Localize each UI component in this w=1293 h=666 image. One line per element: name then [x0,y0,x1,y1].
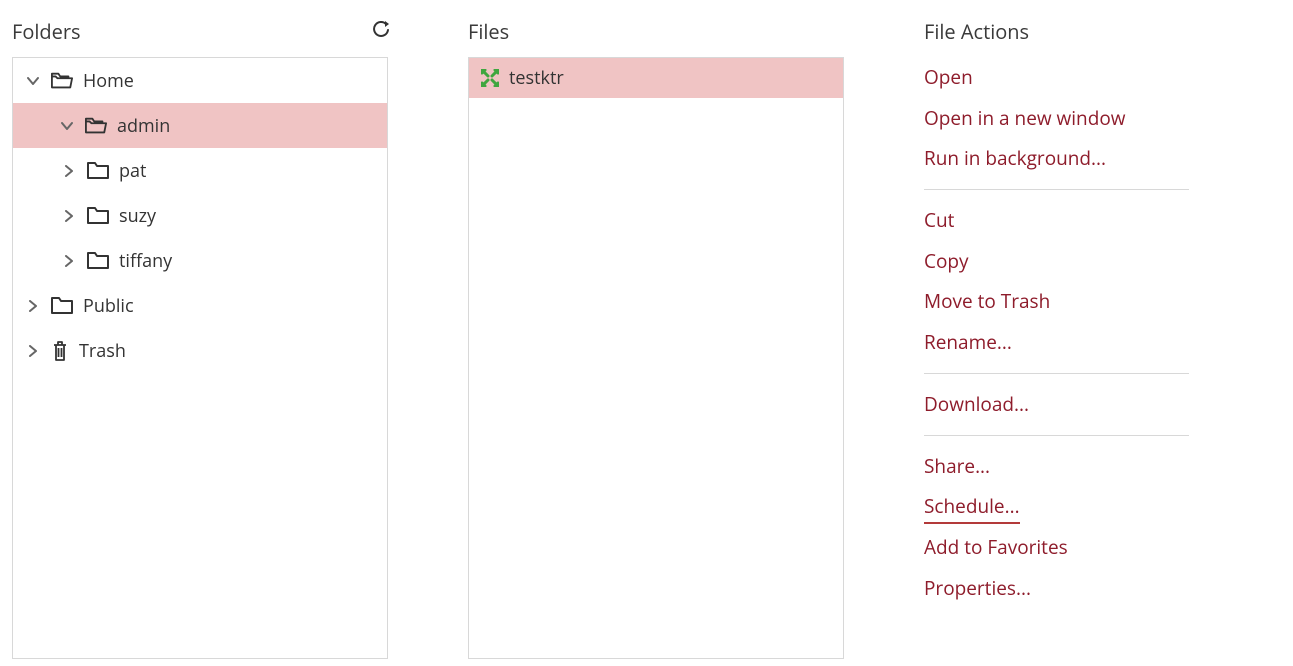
folder-icon [87,252,109,270]
tree-item-label: Public [83,294,134,318]
action-share[interactable]: Share... [924,446,990,487]
file-name: testktr [509,66,564,90]
chevron-down-icon[interactable] [59,120,75,132]
trash-icon [51,340,69,362]
tree-item-home[interactable]: Home [13,58,387,103]
action-movetotrash[interactable]: Move to Trash [924,281,1050,322]
files-title: Files [468,18,509,45]
action-runinbackground[interactable]: Run in background... [924,138,1106,179]
folder-open-icon [85,117,107,135]
action-copy[interactable]: Copy [924,241,969,282]
chevron-right-icon[interactable] [61,165,77,177]
action-openinanewwindow[interactable]: Open in a new window [924,98,1125,139]
tree-item-label: suzy [119,204,156,228]
tree-item-label: pat [119,159,146,183]
chevron-down-icon[interactable] [25,75,41,87]
action-properties[interactable]: Properties... [924,568,1031,609]
chevron-right-icon[interactable] [25,345,41,357]
tree-item-label: Trash [79,339,126,363]
files-list: testktr [468,57,844,659]
folders-column: Folders Home admin pat [12,18,390,659]
tree-item-label: tiffany [119,249,172,273]
file-actions-title: File Actions [924,18,1029,45]
chevron-right-icon[interactable] [61,255,77,267]
folders-title: Folders [12,18,81,45]
tree-item-label: Home [83,69,134,93]
tree-item-pat[interactable]: pat [13,148,387,193]
chevron-right-icon[interactable] [61,210,77,222]
action-divider [924,435,1189,436]
action-schedule[interactable]: Schedule... [924,486,1020,527]
ktr-icon [481,69,499,87]
action-cut[interactable]: Cut [924,200,954,241]
tree-item-label: admin [117,114,170,138]
action-rename[interactable]: Rename... [924,322,1012,363]
file-actions-list: OpenOpen in a new windowRun in backgroun… [924,57,1189,608]
files-column: Files testktr [468,18,846,659]
folder-icon [87,162,109,180]
tree-item-trash[interactable]: Trash [13,328,387,373]
tree-item-tiffany[interactable]: tiffany [13,238,387,283]
action-addtofavorites[interactable]: Add to Favorites [924,527,1068,568]
refresh-icon[interactable] [372,18,390,45]
folder-open-icon [51,72,73,90]
folder-icon [51,297,73,315]
action-open[interactable]: Open [924,57,973,98]
folders-tree: Home admin pat suzy tiffany [12,57,388,659]
tree-item-admin[interactable]: admin [13,103,387,148]
tree-item-public[interactable]: Public [13,283,387,328]
folder-icon [87,207,109,225]
tree-item-suzy[interactable]: suzy [13,193,387,238]
chevron-right-icon[interactable] [25,300,41,312]
action-divider [924,373,1189,374]
file-actions-column: File Actions OpenOpen in a new windowRun… [924,18,1189,659]
action-download[interactable]: Download... [924,384,1029,425]
action-divider [924,189,1189,190]
file-row[interactable]: testktr [469,58,843,98]
